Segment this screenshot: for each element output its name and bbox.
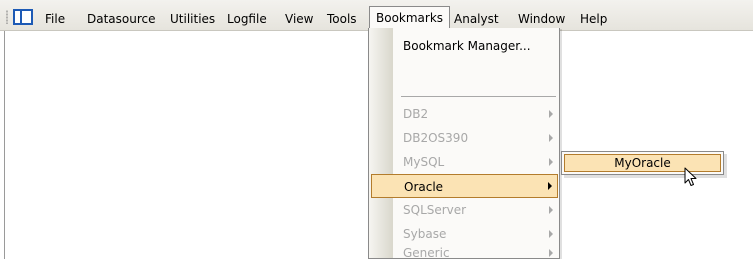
bookmark-item-sybase: Sybase [369,222,559,246]
bookmark-item-label: SQLServer [403,203,467,217]
bookmark-manager-label: Bookmark Manager... [403,39,531,53]
menu-window[interactable]: Window [518,12,565,26]
menu-analyst[interactable]: Analyst [454,12,499,26]
submenu-arrow-icon [549,249,553,257]
menu-tools[interactable]: Tools [327,12,357,26]
submenu-arrow-icon [548,182,552,190]
menu-view[interactable]: View [285,12,313,26]
bookmark-item-label: DB2 [403,107,429,121]
bookmark-item-db2: DB2 [369,102,559,126]
menu-file[interactable]: File [45,12,65,26]
submenu-arrow-icon [549,206,553,214]
menu-separator [401,96,556,97]
toolbar-grip-handle[interactable] [6,10,8,24]
bookmarks-dropdown-menu: Bookmark Manager... DB2 DB2OS390 MySQL O… [368,28,560,259]
menu-bookmarks[interactable]: Bookmarks [369,6,451,28]
bookmark-item-oracle[interactable]: Oracle [371,174,558,198]
menu-logfile[interactable]: Logfile [227,12,267,26]
bookmark-item-label: Oracle [404,180,444,194]
bookmark-item-label: Generic [403,246,450,259]
bookmark-item-label: Sybase [403,227,447,241]
bookmark-manager-item[interactable]: Bookmark Manager... [369,34,559,58]
submenu-arrow-icon [549,158,553,166]
bookmark-item-label: MySQL [403,155,445,169]
bookmark-item-mysql: MySQL [369,150,559,174]
submenu-arrow-icon [549,134,553,142]
window-left-edge [4,30,5,259]
menu-datasource[interactable]: Datasource [87,12,156,26]
menu-help[interactable]: Help [580,12,607,26]
mouse-pointer-icon [684,167,697,186]
bookmark-item-label: DB2OS390 [403,131,469,145]
menu-bar: File Datasource Utilities Logfile View T… [0,0,753,31]
submenu-arrow-icon [549,110,553,118]
menu-utilities[interactable]: Utilities [170,12,215,26]
submenu-arrow-icon [549,230,553,238]
bookmark-item-db2os390: DB2OS390 [369,126,559,150]
oracle-submenu: MyOracle [561,151,724,175]
app-window-icon[interactable] [13,9,33,25]
bookmark-item-sqlserver: SQLServer [369,198,559,222]
bookmark-item-generic: Generic [369,246,559,259]
